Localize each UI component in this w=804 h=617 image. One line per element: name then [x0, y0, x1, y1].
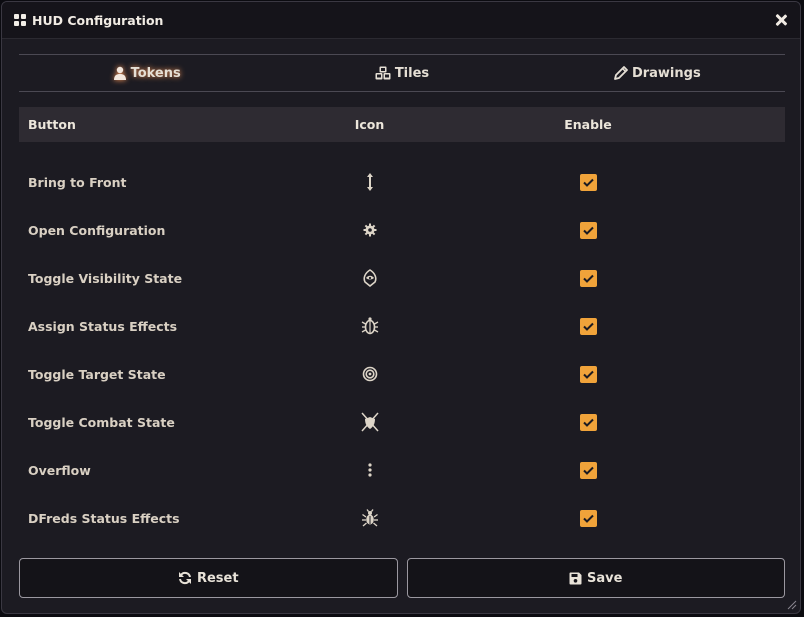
row-label: Toggle Combat State	[28, 414, 175, 430]
row-label: Overflow	[28, 462, 91, 478]
table-row: Bring to Front	[19, 158, 785, 206]
table-row: Toggle Combat State	[19, 398, 785, 446]
user-icon	[113, 66, 126, 80]
pencil-icon	[614, 66, 628, 80]
table-row: Open Configuration	[19, 206, 785, 254]
table-row: Toggle Visibility State	[19, 254, 785, 302]
save-button[interactable]: Save	[406, 558, 785, 598]
reset-label: Reset	[196, 570, 239, 586]
enable-checkbox[interactable]	[579, 269, 597, 287]
enable-checkbox[interactable]	[579, 221, 597, 239]
hud-config-window: HUD Configuration Tokens Tiles Drawings …	[1, 1, 801, 614]
tab-drawings[interactable]: Drawings	[530, 66, 785, 81]
table-row: Assign Status Effects	[19, 302, 785, 350]
reset-button[interactable]: Reset	[19, 558, 398, 598]
enable-checkbox[interactable]	[579, 413, 597, 431]
tab-tiles[interactable]: Tiles	[274, 66, 529, 81]
title-bar[interactable]: HUD Configuration	[2, 2, 800, 39]
enable-checkbox[interactable]	[579, 461, 597, 479]
row-label: DFreds Status Effects	[28, 510, 180, 526]
tab-label: Tiles	[394, 65, 430, 81]
row-label: Bring to Front	[28, 174, 127, 190]
beetle-icon	[361, 317, 378, 335]
tab-label: Tokens	[130, 65, 181, 81]
row-label: Toggle Target State	[28, 366, 166, 382]
footer-actions: Reset Save	[19, 558, 785, 598]
tab-label: Drawings	[631, 65, 701, 81]
row-label: Open Configuration	[28, 222, 166, 238]
header-enable: Enable	[564, 117, 612, 132]
enable-checkbox[interactable]	[579, 365, 597, 383]
table-header: Button Icon Enable	[19, 107, 785, 142]
window-title: HUD Configuration	[32, 12, 164, 28]
enable-checkbox[interactable]	[579, 173, 597, 191]
bug-icon	[361, 509, 378, 527]
table-row: Toggle Target State	[19, 350, 785, 398]
crossed-swords-shield-icon	[360, 412, 379, 432]
resize-handle-icon[interactable]	[787, 600, 797, 610]
header-icon: Icon	[354, 117, 385, 132]
enable-checkbox[interactable]	[579, 317, 597, 335]
refresh-icon	[178, 571, 191, 585]
save-label: Save	[587, 570, 623, 586]
cubes-icon	[375, 66, 391, 80]
save-icon	[569, 572, 582, 584]
table-row: DFreds Status Effects	[19, 494, 785, 542]
arrows-up-down-icon	[366, 173, 373, 191]
gear-icon	[363, 223, 376, 237]
enable-checkbox[interactable]	[579, 509, 597, 527]
hooded-figure-icon	[362, 269, 377, 287]
button-list: Bring to Front Open Configuration Toggle…	[19, 158, 785, 542]
vertical-ellipsis-icon	[367, 463, 372, 477]
tab-bar: Tokens Tiles Drawings	[19, 54, 785, 92]
grid-icon	[14, 14, 26, 26]
header-button: Button	[28, 117, 76, 132]
tab-tokens[interactable]: Tokens	[19, 66, 274, 81]
row-label: Toggle Visibility State	[28, 270, 183, 286]
close-icon[interactable]	[774, 13, 788, 27]
row-label: Assign Status Effects	[28, 318, 178, 334]
bullseye-icon	[362, 366, 377, 382]
table-row: Overflow	[19, 446, 785, 494]
